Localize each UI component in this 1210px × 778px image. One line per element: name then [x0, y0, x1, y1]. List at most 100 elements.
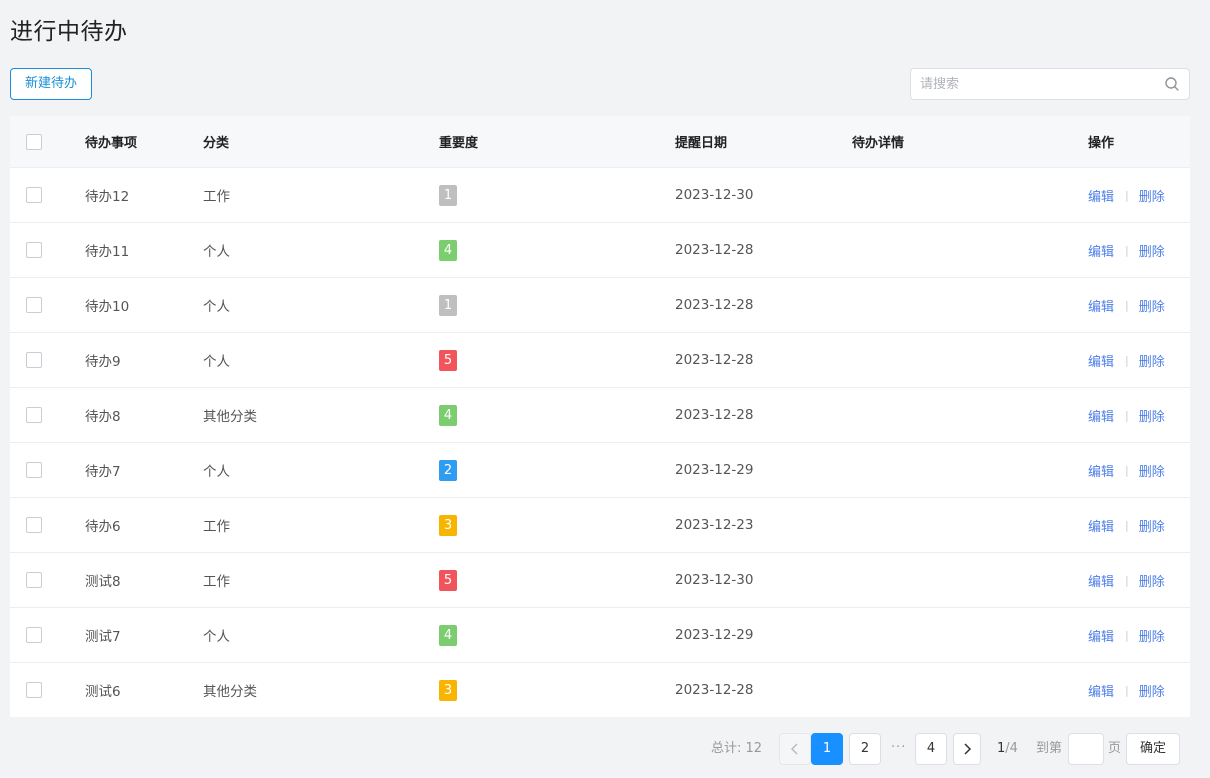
action-separator: |: [1125, 683, 1129, 697]
table-row: 待办8 其他分类 4 2023-12-28 编辑 | 删除: [10, 387, 1190, 442]
todo-name: 待办6: [85, 519, 121, 535]
todo-date: 2023-12-28: [675, 242, 754, 258]
page-button-2[interactable]: 2: [849, 733, 881, 765]
todo-category: 个人: [203, 629, 230, 645]
edit-link[interactable]: 编辑: [1088, 461, 1114, 480]
table-row: 测试7 个人 4 2023-12-29 编辑 | 删除: [10, 607, 1190, 662]
todo-category: 其他分类: [203, 684, 257, 700]
column-header-category: 分类: [203, 136, 230, 151]
importance-badge: 4: [439, 239, 457, 261]
row-checkbox[interactable]: [26, 187, 42, 203]
delete-link[interactable]: 删除: [1139, 516, 1165, 535]
action-separator: |: [1125, 463, 1129, 477]
edit-link[interactable]: 编辑: [1088, 241, 1114, 260]
row-checkbox[interactable]: [26, 297, 42, 313]
delete-link[interactable]: 删除: [1139, 681, 1165, 700]
next-page-button[interactable]: [953, 733, 981, 765]
action-separator: |: [1125, 353, 1129, 367]
delete-link[interactable]: 删除: [1139, 241, 1165, 260]
action-separator: |: [1125, 573, 1129, 587]
table-row: 待办11 个人 4 2023-12-28 编辑 | 删除: [10, 222, 1190, 277]
importance-badge: 5: [439, 569, 457, 591]
edit-link[interactable]: 编辑: [1088, 406, 1114, 425]
edit-link[interactable]: 编辑: [1088, 571, 1114, 590]
prev-page-button[interactable]: [779, 733, 811, 765]
column-header-detail: 待办详情: [852, 136, 905, 151]
search-box: [910, 68, 1190, 100]
delete-link[interactable]: 删除: [1139, 626, 1165, 645]
todo-name: 测试6: [85, 684, 121, 700]
edit-link[interactable]: 编辑: [1088, 626, 1114, 645]
todo-name: 待办10: [85, 299, 130, 315]
action-separator: |: [1125, 243, 1129, 257]
table-header: 待办事项 分类 重要度 提醒日期 待办详情 操作: [10, 116, 1190, 167]
importance-badge: 2: [439, 459, 457, 481]
column-header-ops: 操作: [1088, 136, 1115, 151]
todo-name: 待办9: [85, 354, 121, 370]
todo-table: 待办事项 分类 重要度 提醒日期 待办详情 操作 待办12 工作 1 2023-12-…: [10, 116, 1190, 717]
select-all-checkbox[interactable]: [26, 133, 42, 150]
row-checkbox[interactable]: [26, 517, 42, 533]
total-pages: /4: [1005, 741, 1018, 756]
todo-category: 工作: [203, 189, 230, 205]
delete-link[interactable]: 删除: [1139, 461, 1165, 480]
todo-category: 工作: [203, 519, 230, 535]
row-checkbox[interactable]: [26, 242, 42, 258]
todo-category: 其他分类: [203, 409, 257, 425]
row-checkbox[interactable]: [26, 572, 42, 588]
search-input[interactable]: [911, 69, 1161, 99]
goto-label: 到第: [1036, 741, 1063, 756]
todo-category: 个人: [203, 354, 230, 370]
todo-date: 2023-12-28: [675, 407, 754, 423]
row-checkbox[interactable]: [26, 682, 42, 698]
page-button-4[interactable]: 4: [915, 733, 947, 765]
edit-link[interactable]: 编辑: [1088, 681, 1114, 700]
todo-date: 2023-12-30: [675, 187, 754, 203]
column-header-importance: 重要度: [439, 136, 479, 151]
table-row: 待办10 个人 1 2023-12-28 编辑 | 删除: [10, 277, 1190, 332]
todo-name: 待办12: [85, 189, 130, 205]
delete-link[interactable]: 删除: [1139, 186, 1165, 205]
page-title: 进行中待办: [10, 19, 128, 45]
pagination-ellipsis[interactable]: ···: [891, 733, 906, 763]
edit-link[interactable]: 编辑: [1088, 186, 1114, 205]
importance-badge: 3: [439, 514, 457, 536]
todo-category: 工作: [203, 574, 230, 590]
table-row: 待办12 工作 1 2023-12-30 编辑 | 删除: [10, 167, 1190, 222]
table-row: 待办6 工作 3 2023-12-23 编辑 | 删除: [10, 497, 1190, 552]
goto-confirm-button[interactable]: 确定: [1126, 733, 1180, 765]
page-count: 1/4: [997, 733, 1018, 765]
new-todo-button[interactable]: 新建待办: [10, 68, 92, 100]
todo-name: 测试7: [85, 629, 121, 645]
delete-link[interactable]: 删除: [1139, 351, 1165, 370]
todo-name: 待办8: [85, 409, 121, 425]
delete-link[interactable]: 删除: [1139, 406, 1165, 425]
delete-link[interactable]: 删除: [1139, 296, 1165, 315]
column-header-name: 待办事项: [85, 136, 138, 151]
table-row: 测试6 其他分类 3 2023-12-28 编辑 | 删除: [10, 662, 1190, 717]
delete-link[interactable]: 删除: [1139, 571, 1165, 590]
todo-date: 2023-12-28: [675, 682, 754, 698]
search-icon[interactable]: [1164, 76, 1180, 92]
row-checkbox[interactable]: [26, 407, 42, 423]
todo-name: 待办11: [85, 244, 130, 260]
todo-name: 待办7: [85, 464, 121, 480]
table-row: 测试8 工作 5 2023-12-30 编辑 | 删除: [10, 552, 1190, 607]
edit-link[interactable]: 编辑: [1088, 516, 1114, 535]
action-separator: |: [1125, 298, 1129, 312]
chevron-left-icon: [790, 743, 798, 755]
row-checkbox[interactable]: [26, 352, 42, 368]
action-separator: |: [1125, 628, 1129, 642]
page-button-1[interactable]: 1: [811, 733, 843, 765]
goto-page-input[interactable]: [1068, 733, 1104, 765]
row-checkbox[interactable]: [26, 627, 42, 643]
importance-badge: 4: [439, 404, 457, 426]
todo-date: 2023-12-28: [675, 297, 754, 313]
row-checkbox[interactable]: [26, 462, 42, 478]
todo-name: 测试8: [85, 574, 121, 590]
edit-link[interactable]: 编辑: [1088, 296, 1114, 315]
edit-link[interactable]: 编辑: [1088, 351, 1114, 370]
todo-date: 2023-12-28: [675, 352, 754, 368]
todo-category: 个人: [203, 464, 230, 480]
todo-date: 2023-12-30: [675, 572, 754, 588]
